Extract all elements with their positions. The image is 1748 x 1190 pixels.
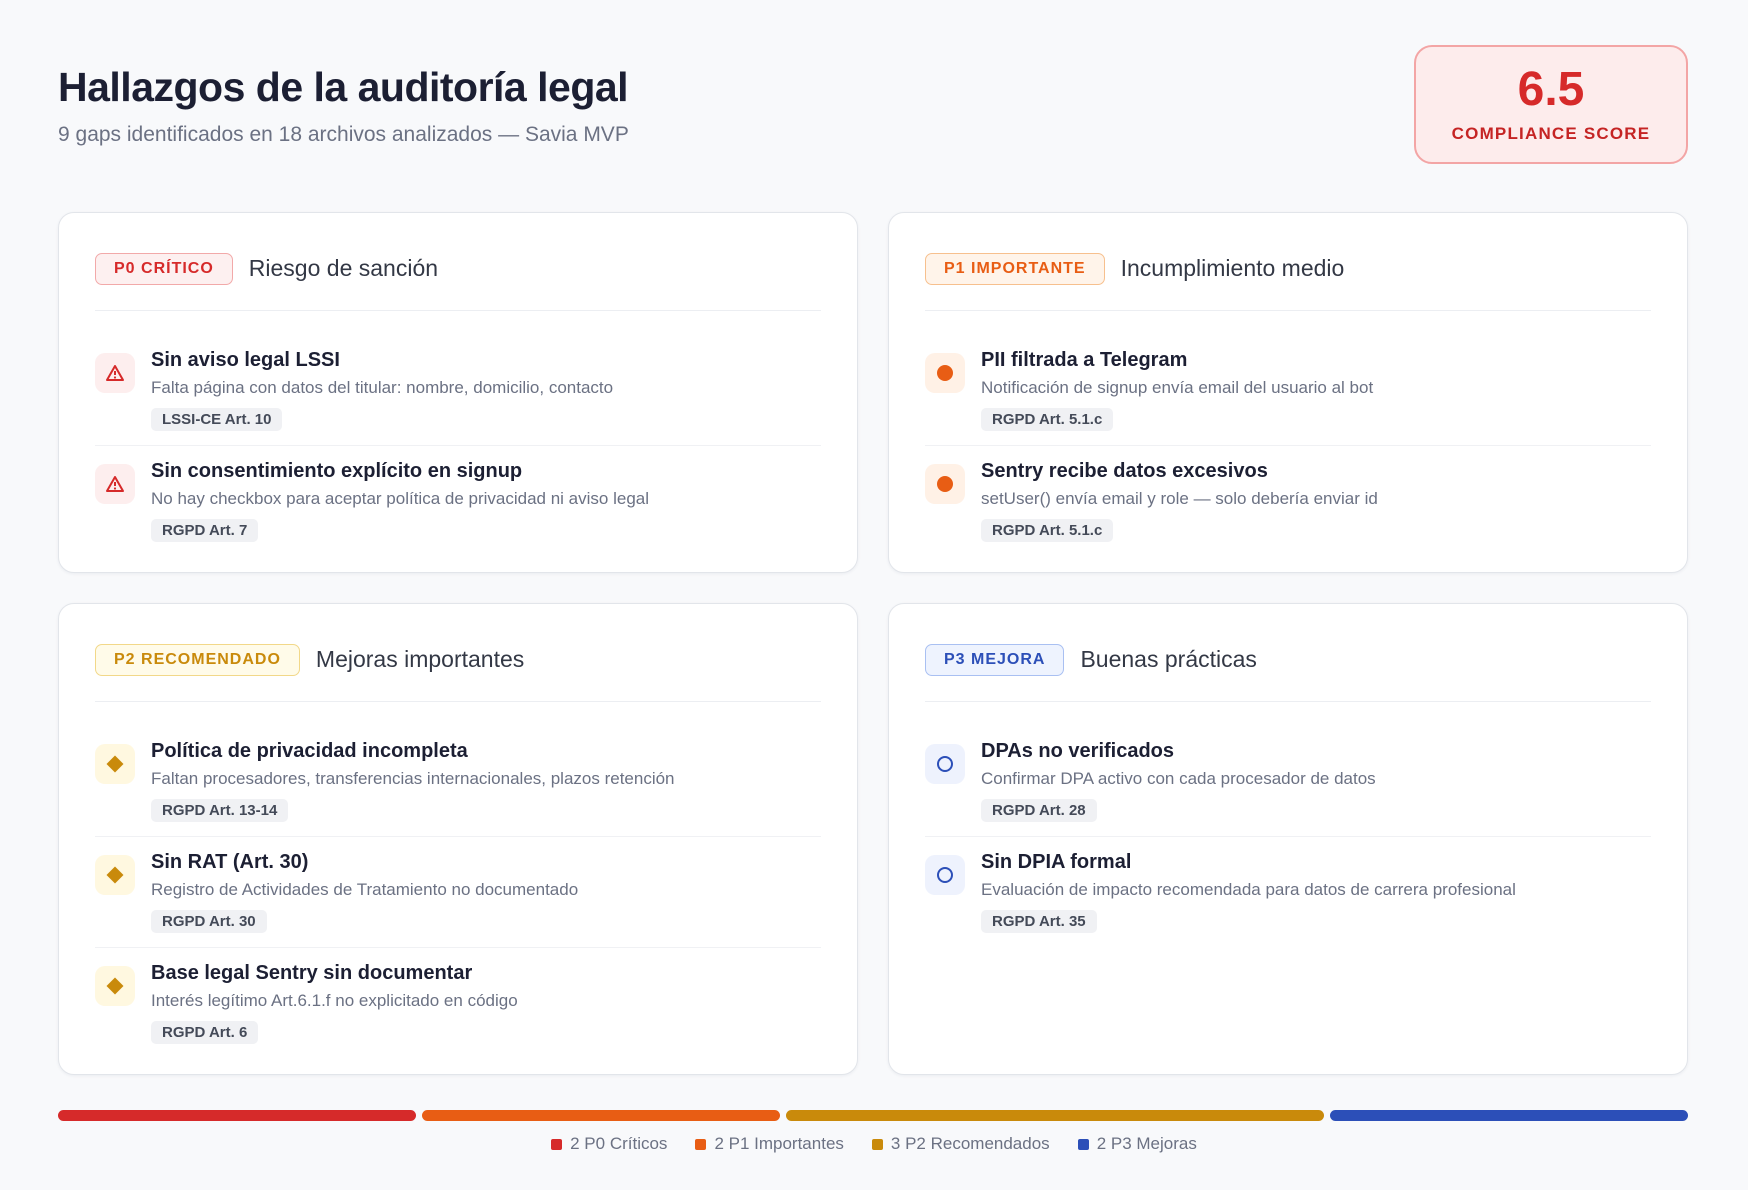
legend-label: 3 P2 Recomendados (890, 1134, 1050, 1153)
card-title: Mejoras importantes (315, 646, 525, 672)
badge-p1: P1 IMPORTANTE (925, 252, 1105, 285)
card-p0-critico: P0 CRÍTICO Riesgo de sanción Sin aviso l… (58, 212, 858, 573)
card-title: Riesgo de sanción (248, 255, 439, 281)
finding-description: No hay checkbox para aceptar política de… (151, 489, 650, 508)
finding-reference: RGPD Art. 30 (151, 910, 267, 933)
finding-reference: RGPD Art. 28 (981, 799, 1097, 822)
card-title: Incumplimiento medio (1120, 255, 1345, 281)
legend-item-p0: 2 P0 Críticos (551, 1134, 667, 1154)
page-title: Hallazgos de la auditoría legal (58, 64, 629, 110)
diamond-icon (95, 966, 135, 1006)
legend-item-p3: 2 P3 Mejoras (1077, 1134, 1197, 1154)
severity-distribution-bar (58, 1110, 1688, 1121)
finding-description: Evaluación de impacto recomendada para d… (981, 880, 1516, 899)
segment-p3 (1329, 1110, 1688, 1121)
page-subtitle: 9 gaps identificados en 18 archivos anal… (58, 123, 629, 146)
finding-description: Notificación de signup envía email del u… (981, 378, 1374, 397)
card-title: Buenas prácticas (1080, 646, 1257, 672)
compliance-score-box: 6.5 COMPLIANCE SCORE (1414, 45, 1688, 164)
badge-p2: P2 RECOMENDADO (95, 643, 300, 676)
finding-title: Sin RAT (Art. 30) (151, 851, 309, 873)
severity-legend: 2 P0 Críticos 2 P1 Importantes 3 P2 Reco… (0, 1134, 1748, 1154)
legend-label: 2 P1 Importantes (714, 1134, 844, 1153)
finding-reference: RGPD Art. 5.1.c (981, 408, 1114, 431)
card-p1-importante: P1 IMPORTANTE Incumplimiento medio PII f… (888, 212, 1688, 573)
legend-label: 2 P3 Mejoras (1096, 1134, 1197, 1153)
legend-swatch (1077, 1138, 1089, 1150)
compliance-score-label: COMPLIANCE SCORE (1451, 123, 1651, 143)
finding-item[interactable]: Sin DPIA formal Evaluación de impacto re… (925, 837, 1651, 947)
segment-p1 (422, 1110, 781, 1121)
finding-reference: LSSI-CE Art. 10 (151, 408, 283, 431)
finding-item[interactable]: DPAs no verificados Confirmar DPA activo… (925, 726, 1651, 837)
legend-swatch (871, 1138, 883, 1150)
finding-item[interactable]: Sin aviso legal LSSI Falta página con da… (95, 335, 821, 446)
segment-p2 (786, 1110, 1324, 1121)
legend-swatch (695, 1138, 707, 1150)
finding-item[interactable]: Sin consentimiento explícito en signup N… (95, 446, 821, 556)
finding-title: DPAs no verificados (981, 740, 1175, 762)
legend-label: 2 P0 Críticos (570, 1134, 668, 1153)
legend-item-p2: 3 P2 Recomendados (871, 1134, 1050, 1154)
finding-item[interactable]: Sin RAT (Art. 30) Registro de Actividade… (95, 837, 821, 948)
legend-swatch (551, 1138, 563, 1150)
finding-title: Sentry recibe datos excesivos (981, 460, 1268, 482)
finding-description: Confirmar DPA activo con cada procesador… (981, 769, 1376, 788)
diamond-icon (95, 855, 135, 895)
finding-title: Sin DPIA formal (981, 851, 1132, 873)
warning-triangle-icon (95, 353, 135, 393)
warning-triangle-icon (95, 464, 135, 504)
finding-item[interactable]: Política de privacidad incompleta Faltan… (95, 726, 821, 837)
hollow-circle-icon (925, 744, 965, 784)
filled-circle-icon (925, 353, 965, 393)
finding-title: PII filtrada a Telegram (981, 349, 1188, 371)
page-header: Hallazgos de la auditoría legal 9 gaps i… (58, 64, 629, 147)
badge-p0: P0 CRÍTICO (95, 252, 233, 285)
legend-item-p1: 2 P1 Importantes (695, 1134, 844, 1154)
badge-p3: P3 MEJORA (925, 643, 1065, 676)
finding-item[interactable]: Base legal Sentry sin documentar Interés… (95, 948, 821, 1058)
finding-title: Sin aviso legal LSSI (151, 349, 340, 371)
finding-description: Interés legítimo Art.6.1.f no explicitad… (151, 991, 518, 1010)
finding-description: Falta página con datos del titular: nomb… (151, 378, 614, 397)
card-p2-recomendado: P2 RECOMENDADO Mejoras importantes Polít… (58, 603, 858, 1075)
card-p3-mejora: P3 MEJORA Buenas prácticas DPAs no verif… (888, 603, 1688, 1075)
finding-title: Base legal Sentry sin documentar (151, 962, 473, 984)
filled-circle-icon (925, 464, 965, 504)
finding-description: setUser() envía email y role — solo debe… (981, 489, 1378, 508)
finding-reference: RGPD Art. 5.1.c (981, 519, 1114, 542)
finding-title: Política de privacidad incompleta (151, 740, 468, 762)
compliance-score-value: 6.5 (1517, 62, 1585, 116)
diamond-icon (95, 744, 135, 784)
finding-item[interactable]: Sentry recibe datos excesivos setUser() … (925, 446, 1651, 556)
finding-description: Faltan procesadores, transferencias inte… (151, 769, 675, 788)
hollow-circle-icon (925, 855, 965, 895)
finding-reference: RGPD Art. 7 (151, 519, 259, 542)
finding-item[interactable]: PII filtrada a Telegram Notificación de … (925, 335, 1651, 446)
finding-reference: RGPD Art. 6 (151, 1021, 259, 1044)
segment-p0 (58, 1110, 417, 1121)
finding-description: Registro de Actividades de Tratamiento n… (151, 880, 579, 899)
finding-reference: RGPD Art. 13-14 (151, 799, 289, 822)
finding-reference: RGPD Art. 35 (981, 910, 1097, 933)
finding-title: Sin consentimiento explícito en signup (151, 460, 523, 482)
